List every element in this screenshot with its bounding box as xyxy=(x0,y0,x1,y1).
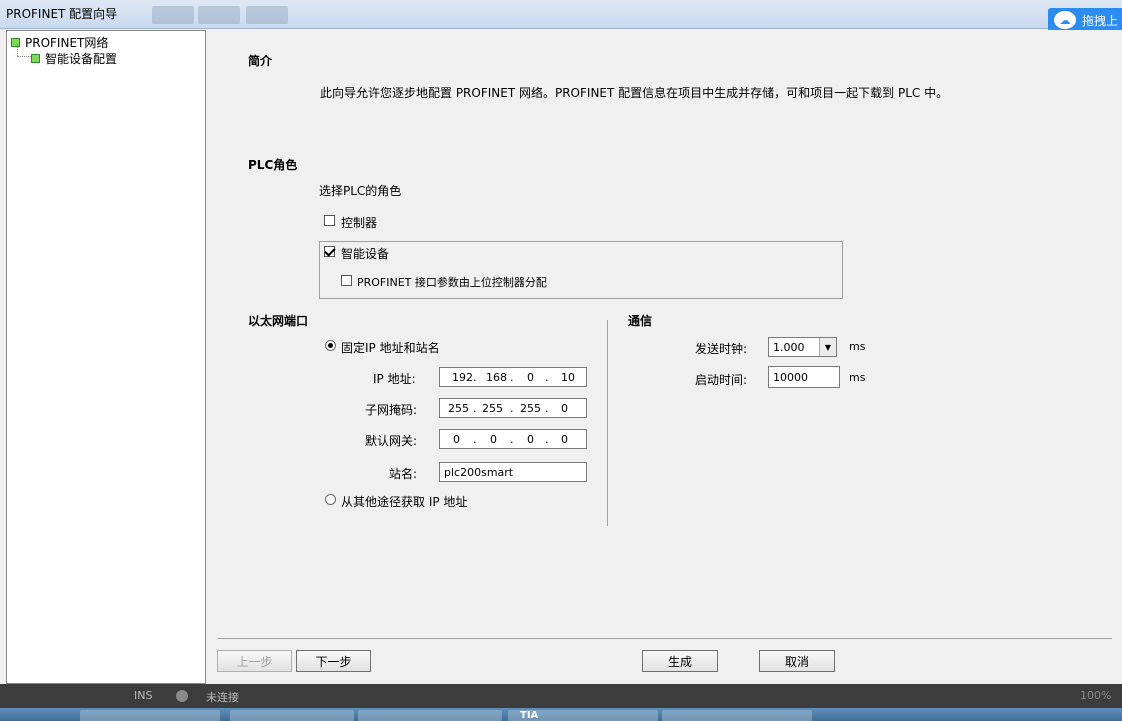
startup-time-unit: ms xyxy=(849,371,866,384)
ethernet-heading: 以太网端口 xyxy=(248,314,309,328)
os-taskbar: TIA xyxy=(0,708,1122,721)
mask-octet: 255 xyxy=(448,402,469,415)
window-title: PROFINET 配置向导 xyxy=(6,7,118,21)
gateway-field[interactable]: 0 . 0 . 0 . 0 xyxy=(439,429,587,449)
cloud-upload-label: 拖拽上 xyxy=(1082,13,1119,28)
assigned-by-controller-label: PROFINET 接口参数由上位控制器分配 xyxy=(357,276,547,289)
prev-button[interactable]: 上一步 xyxy=(217,650,292,672)
ip-octet: 168 xyxy=(486,371,507,384)
intro-heading: 简介 xyxy=(248,54,273,68)
ip-dot: . xyxy=(473,433,477,446)
startup-time-label: 启动时间: xyxy=(695,373,748,387)
startup-time-field[interactable]: 10000 xyxy=(768,366,840,388)
ip-dot: . xyxy=(545,371,549,384)
ip-address-label: IP 地址: xyxy=(373,372,416,386)
mask-octet: 255 xyxy=(482,402,503,415)
tree-item-smart-device-config[interactable]: 智能设备配置 xyxy=(31,50,117,67)
smart-device-group xyxy=(319,241,843,299)
ip-octet: 10 xyxy=(561,371,575,384)
comm-heading: 通信 xyxy=(628,314,653,328)
controller-label: 控制器 xyxy=(341,216,378,230)
cloud-icon: ☁ xyxy=(1054,11,1076,29)
station-name-field[interactable]: plc200smart xyxy=(439,462,587,482)
ip-dot: . xyxy=(545,433,549,446)
section-divider xyxy=(607,320,608,526)
title-bar: PROFINET 配置向导 xyxy=(0,0,1122,29)
other-ip-label: 从其他途径获取 IP 地址 xyxy=(341,495,468,509)
plc-role-heading: PLC角色 xyxy=(248,158,298,172)
taskbar-app-button[interactable] xyxy=(80,710,220,721)
subnet-mask-field[interactable]: 255 . 255 . 255 . 0 xyxy=(439,398,587,418)
tia-taskbar-label: TIA xyxy=(520,710,539,721)
connection-status-icon xyxy=(176,690,188,702)
ip-dot: . xyxy=(510,433,514,446)
tree-item-profinet-network[interactable]: PROFINET网络 xyxy=(11,34,108,51)
station-name-value: plc200smart xyxy=(444,465,514,479)
ip-dot: . xyxy=(545,402,549,415)
wizard-panel: 简介 此向导允许您逐步地配置 PROFINET 网络。PROFINET 配置信息… xyxy=(208,30,1122,684)
gateway-octet: 0 xyxy=(527,433,534,446)
gateway-octet: 0 xyxy=(561,433,568,446)
background-tab xyxy=(198,6,240,24)
send-clock-value: 1.000 xyxy=(773,340,805,354)
tree-connector xyxy=(17,56,31,57)
background-tab xyxy=(152,6,194,24)
footer-divider xyxy=(218,638,1112,639)
send-clock-label: 发送时钟: xyxy=(695,342,748,356)
send-clock-dropdown[interactable]: 1.000 ▼ xyxy=(768,337,837,357)
ip-address-field[interactable]: 192 . 168 . 0 . 10 xyxy=(439,367,587,387)
other-ip-radio[interactable] xyxy=(325,494,336,505)
fixed-ip-label: 固定IP 地址和站名 xyxy=(341,341,440,355)
smart-device-label: 智能设备 xyxy=(341,247,390,261)
taskbar-app-button[interactable] xyxy=(230,710,354,721)
mask-octet: 0 xyxy=(561,402,568,415)
plc-role-prompt: 选择PLC的角色 xyxy=(319,184,402,198)
ip-dot: . xyxy=(510,371,514,384)
assigned-by-controller-checkbox[interactable] xyxy=(341,275,352,286)
tree-item-label: PROFINET网络 xyxy=(25,36,109,50)
navigation-tree: PROFINET网络 智能设备配置 xyxy=(6,30,206,684)
ip-dot: . xyxy=(473,402,477,415)
taskbar-app-button[interactable] xyxy=(662,710,812,721)
ip-octet: 192 xyxy=(452,371,473,384)
tree-item-label: 智能设备配置 xyxy=(45,52,118,66)
send-clock-unit: ms xyxy=(849,340,866,353)
generate-button[interactable]: 生成 xyxy=(642,650,718,672)
ip-dot: . xyxy=(510,402,514,415)
cancel-button[interactable]: 取消 xyxy=(759,650,835,672)
background-tab xyxy=(246,6,288,24)
mask-octet: 255 xyxy=(520,402,541,415)
controller-checkbox[interactable] xyxy=(324,215,335,226)
chevron-down-icon[interactable]: ▼ xyxy=(819,338,836,356)
gateway-label: 默认网关: xyxy=(365,434,418,448)
startup-time-value: 10000 xyxy=(773,370,808,384)
station-name-label: 站名: xyxy=(389,467,418,481)
subnet-mask-label: 子网掩码: xyxy=(365,403,418,417)
zoom-level: 100% xyxy=(1080,689,1112,702)
gateway-octet: 0 xyxy=(453,433,460,446)
tree-node-icon xyxy=(11,38,20,47)
taskbar-app-button[interactable] xyxy=(358,710,502,721)
intro-text: 此向导允许您逐步地配置 PROFINET 网络。PROFINET 配置信息在项目… xyxy=(320,86,949,100)
smart-device-checkbox[interactable] xyxy=(324,246,335,257)
tree-connector xyxy=(17,44,18,56)
connection-status: 未连接 xyxy=(206,691,239,704)
gateway-octet: 0 xyxy=(490,433,497,446)
status-bar: INS 未连接 100% xyxy=(0,684,1122,708)
fixed-ip-radio[interactable] xyxy=(325,340,336,351)
tree-node-icon xyxy=(31,54,40,63)
ip-dot: . xyxy=(473,371,477,384)
insert-mode-indicator: INS xyxy=(134,689,153,702)
cloud-upload-button[interactable]: ☁ 拖拽上 xyxy=(1048,8,1122,32)
next-button[interactable]: 下一步 xyxy=(296,650,371,672)
ip-octet: 0 xyxy=(527,371,534,384)
